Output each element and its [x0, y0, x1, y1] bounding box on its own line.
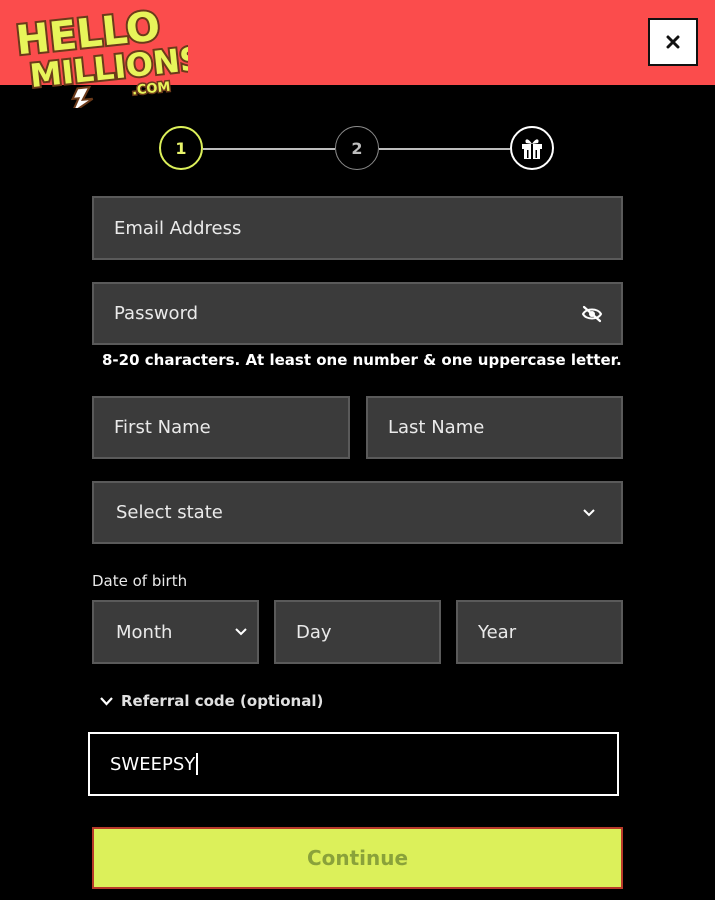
first-name-field[interactable]: First Name — [92, 396, 350, 459]
password-hint: 8-20 characters. At least one number & o… — [102, 351, 622, 369]
email-placeholder: Email Address — [114, 217, 242, 239]
birth-year-field[interactable]: Year — [456, 600, 623, 664]
chevron-down-icon — [100, 696, 113, 706]
logo-text-com: .COM — [131, 80, 171, 99]
step-indicator-gift — [510, 126, 554, 170]
step-indicator-1: 1 — [159, 126, 203, 170]
referral-code-label: Referral code (optional) — [121, 692, 324, 710]
gift-icon — [522, 139, 542, 159]
birth-day-field[interactable]: Day — [274, 600, 441, 664]
date-of-birth-label: Date of birth — [92, 572, 188, 590]
referral-code-toggle[interactable]: Referral code (optional) — [100, 692, 323, 710]
last-name-field[interactable]: Last Name — [366, 396, 623, 459]
password-field[interactable]: Password — [92, 282, 623, 345]
state-select-value: Select state — [116, 502, 223, 523]
email-field[interactable]: Email Address — [92, 196, 623, 260]
chevron-down-icon — [583, 508, 595, 516]
first-name-placeholder: First Name — [114, 417, 211, 438]
month-select-value: Month — [116, 621, 173, 643]
password-placeholder: Password — [114, 303, 199, 324]
stepper-line — [203, 148, 335, 150]
eye-off-icon — [581, 305, 603, 322]
close-icon — [666, 35, 680, 49]
hello-millions-logo: HELLO MILLIONS .COM — [12, 4, 188, 108]
state-dropdown-toggle — [583, 508, 595, 517]
referral-code-value: SWEEPSY — [110, 753, 196, 775]
text-cursor — [196, 753, 198, 775]
toggle-password-visibility[interactable] — [581, 305, 603, 323]
last-name-placeholder: Last Name — [388, 417, 485, 438]
month-dropdown-toggle — [235, 628, 247, 636]
chevron-down-icon — [235, 628, 247, 636]
state-select[interactable]: Select state — [92, 481, 623, 544]
day-placeholder: Day — [296, 621, 332, 643]
close-button[interactable] — [648, 18, 698, 66]
continue-button[interactable]: Continue — [92, 827, 623, 889]
year-placeholder: Year — [478, 621, 517, 643]
referral-code-input[interactable]: SWEEPSY — [88, 732, 619, 796]
stepper-line — [379, 148, 510, 150]
step-indicator-2: 2 — [335, 126, 379, 170]
birth-month-select[interactable]: Month — [92, 600, 259, 664]
